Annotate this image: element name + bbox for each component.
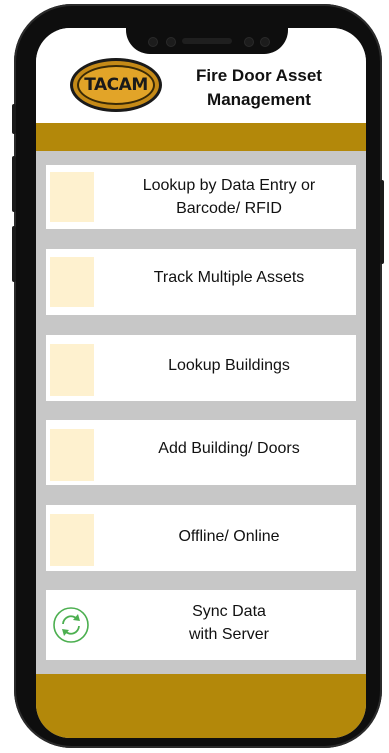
face-sensor-icon xyxy=(260,37,270,47)
power-button xyxy=(380,180,384,264)
menu-item-lookup-data-entry[interactable]: Lookup by Data Entry or Barcode/ RFID xyxy=(46,165,356,229)
menu-item-label: Lookup by Data Entry or Barcode/ RFID xyxy=(106,174,352,220)
app-title-line1: Fire Door Asset xyxy=(196,66,322,85)
volume-up-button xyxy=(12,156,16,212)
placeholder-image-icon xyxy=(50,514,94,566)
tacam-logo: TACAM xyxy=(70,58,162,112)
placeholder-image-icon xyxy=(50,257,94,307)
phone-notch xyxy=(126,28,288,54)
menu-item-label: Track Multiple Assets xyxy=(153,269,305,286)
sensor-icon xyxy=(166,37,176,47)
app-title-line2: Management xyxy=(207,90,311,109)
menu-item-add-building-doors[interactable]: Add Building/ Doors xyxy=(46,420,356,485)
logo-text: TACAM xyxy=(84,75,148,95)
menu-item-label: Offline/ Online xyxy=(178,528,280,545)
logo-badge: TACAM xyxy=(77,65,155,105)
sync-icon xyxy=(53,607,89,643)
app-title: Fire Door Asset Management xyxy=(184,64,334,112)
menu-item-label-line1: Sync Data xyxy=(192,603,266,620)
menu-item-label-line1: Lookup by Data Entry or xyxy=(142,177,316,194)
placeholder-image-icon xyxy=(50,429,94,481)
placeholder-image-icon xyxy=(50,172,94,222)
menu-item-lookup-buildings[interactable]: Lookup Buildings xyxy=(46,335,356,401)
proximity-sensor-icon xyxy=(244,37,254,47)
header-gold-band xyxy=(36,123,366,151)
app-screen: TACAM Fire Door Asset Management Lookup … xyxy=(36,28,366,738)
menu-item-label-line2: with Server xyxy=(188,626,270,643)
menu-item-label: Add Building/ Doors xyxy=(158,440,300,457)
menu-item-label: Sync Data with Server xyxy=(106,600,352,646)
volume-down-button xyxy=(12,226,16,282)
front-camera-icon xyxy=(148,37,158,47)
mute-switch xyxy=(12,104,16,134)
footer-gold-band xyxy=(36,674,366,738)
menu-item-track-multiple-assets[interactable]: Track Multiple Assets xyxy=(46,249,356,315)
menu-item-offline-online[interactable]: Offline/ Online xyxy=(46,505,356,571)
menu-item-sync-data[interactable]: Sync Data with Server xyxy=(46,590,356,660)
menu-item-label-line2: Barcode/ RFID xyxy=(176,200,282,217)
menu-item-label: Lookup Buildings xyxy=(168,357,290,374)
placeholder-image-icon xyxy=(50,344,94,396)
speaker-grille xyxy=(182,38,232,44)
